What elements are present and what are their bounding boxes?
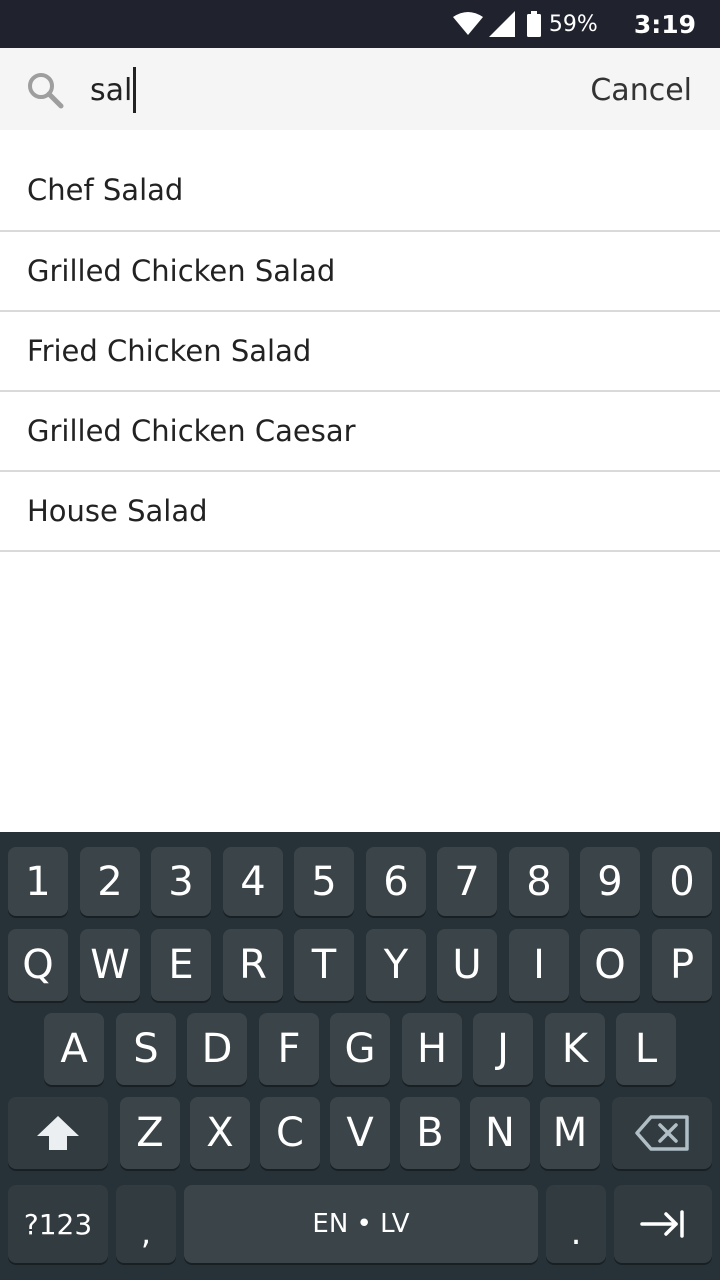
key-5[interactable]: 5 bbox=[294, 847, 354, 916]
key-t[interactable]: T bbox=[294, 929, 354, 1001]
key-w[interactable]: W bbox=[80, 929, 140, 1001]
key-b[interactable]: B bbox=[400, 1097, 460, 1169]
key-9[interactable]: 9 bbox=[580, 847, 640, 916]
key-4[interactable]: 4 bbox=[223, 847, 283, 916]
key-g[interactable]: G bbox=[330, 1013, 390, 1085]
search-icon bbox=[28, 73, 64, 109]
space-key[interactable]: EN • LV bbox=[184, 1185, 538, 1263]
cancel-button[interactable]: Cancel bbox=[590, 70, 692, 110]
key-e[interactable]: E bbox=[151, 929, 211, 1001]
backspace-icon bbox=[635, 1115, 689, 1151]
search-input[interactable]: sal bbox=[90, 67, 137, 113]
key-v[interactable]: V bbox=[330, 1097, 390, 1169]
shift-icon bbox=[37, 1116, 79, 1150]
comma-key[interactable]: , bbox=[116, 1185, 176, 1263]
key-u[interactable]: U bbox=[437, 929, 497, 1001]
wifi-icon bbox=[452, 12, 483, 35]
key-m[interactable]: M bbox=[540, 1097, 600, 1169]
key-h[interactable]: H bbox=[402, 1013, 462, 1085]
key-a[interactable]: A bbox=[44, 1013, 104, 1085]
backspace-key[interactable] bbox=[612, 1097, 712, 1169]
key-r[interactable]: R bbox=[223, 929, 283, 1001]
key-x[interactable]: X bbox=[190, 1097, 250, 1169]
key-8[interactable]: 8 bbox=[509, 847, 569, 916]
list-item[interactable]: Grilled Chicken Salad bbox=[0, 232, 720, 312]
key-l[interactable]: L bbox=[616, 1013, 676, 1085]
key-0[interactable]: 0 bbox=[652, 847, 712, 916]
key-k[interactable]: K bbox=[545, 1013, 605, 1085]
key-y[interactable]: Y bbox=[366, 929, 426, 1001]
key-3[interactable]: 3 bbox=[151, 847, 211, 916]
status-bar: 59% 3:19 bbox=[0, 0, 720, 48]
key-i[interactable]: I bbox=[509, 929, 569, 1001]
key-s[interactable]: S bbox=[116, 1013, 176, 1085]
key-6[interactable]: 6 bbox=[366, 847, 426, 916]
results-list: Chef Salad Grilled Chicken Salad Fried C… bbox=[0, 150, 720, 552]
key-c[interactable]: C bbox=[260, 1097, 320, 1169]
search-query: sal bbox=[90, 72, 133, 108]
search-bar: sal Cancel bbox=[0, 48, 720, 130]
key-q[interactable]: Q bbox=[8, 929, 68, 1001]
tab-arrow-icon bbox=[640, 1210, 684, 1238]
signal-icon bbox=[488, 11, 515, 37]
key-7[interactable]: 7 bbox=[437, 847, 497, 916]
battery-percent: 59% bbox=[548, 11, 598, 37]
key-p[interactable]: P bbox=[652, 929, 712, 1001]
key-1[interactable]: 1 bbox=[8, 847, 68, 916]
key-j[interactable]: J bbox=[473, 1013, 533, 1085]
next-key[interactable] bbox=[614, 1185, 712, 1263]
key-2[interactable]: 2 bbox=[80, 847, 140, 916]
list-item[interactable]: Fried Chicken Salad bbox=[0, 312, 720, 392]
symbols-key[interactable]: ?123 bbox=[8, 1185, 108, 1263]
key-z[interactable]: Z bbox=[120, 1097, 180, 1169]
key-o[interactable]: O bbox=[580, 929, 640, 1001]
keyboard: 1 2 3 4 5 6 7 8 9 0 Q W E R T Y U I O P … bbox=[0, 832, 720, 1280]
list-item[interactable]: Grilled Chicken Caesar bbox=[0, 392, 720, 472]
list-item[interactable]: Chef Salad bbox=[0, 150, 720, 232]
battery-icon bbox=[526, 11, 541, 37]
list-item[interactable]: House Salad bbox=[0, 472, 720, 552]
key-n[interactable]: N bbox=[470, 1097, 530, 1169]
period-key[interactable]: . bbox=[546, 1185, 606, 1263]
text-caret bbox=[133, 67, 137, 113]
key-d[interactable]: D bbox=[187, 1013, 247, 1085]
shift-key[interactable] bbox=[8, 1097, 108, 1169]
clock: 3:19 bbox=[633, 9, 696, 39]
key-f[interactable]: F bbox=[259, 1013, 319, 1085]
